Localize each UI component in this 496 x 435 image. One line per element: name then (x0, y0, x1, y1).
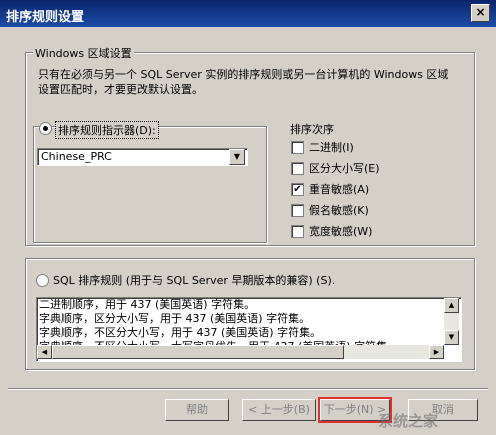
scroll-thumb[interactable] (52, 345, 344, 359)
windows-region-description-2: 设置匹配时，才要更改默认设置。 (38, 83, 203, 96)
scroll-up-button[interactable]: ▲ (444, 298, 459, 313)
horizontal-scrollbar[interactable]: ◀ ▶ (37, 345, 444, 359)
scroll-left-button[interactable]: ◀ (37, 345, 52, 359)
width-sensitive-label[interactable]: 宽度敏感(W) (309, 223, 372, 239)
case-sensitive-checkbox[interactable] (291, 162, 304, 175)
watermark-text: 系统之家 (378, 412, 439, 430)
collation-designator-radio[interactable] (39, 122, 52, 135)
case-sensitive-label[interactable]: 区分大小写(E) (309, 160, 380, 176)
list-item[interactable]: 二进制顺序，用于 437 (美国英语) 字符集。 (37, 298, 445, 312)
close-icon: × (475, 5, 486, 19)
windows-region-title: Windows 区域设置 (33, 45, 134, 61)
help-button[interactable]: 帮助 (165, 399, 229, 421)
collation-designator-group (33, 126, 267, 243)
window-title: 排序规则设置 (6, 10, 85, 25)
collation-select[interactable]: Chinese_PRC ▼ (37, 148, 248, 166)
arrow-right-icon: ▶ (433, 348, 440, 356)
radio-selected-dot (43, 126, 48, 131)
kana-sensitive-label[interactable]: 假名敏感(K) (309, 202, 369, 218)
vertical-scrollbar[interactable]: ▲ ▼ (444, 298, 459, 345)
collation-dropdown-button[interactable]: ▼ (229, 149, 245, 165)
chevron-down-icon: ▼ (233, 152, 241, 161)
list-item[interactable]: 字典顺序，不区分大小写，用于 437 (美国英语) 字符集。 (37, 326, 445, 340)
list-item[interactable]: 字典顺序，区分大小写，用于 437 (美国英语) 字符集。 (37, 312, 445, 326)
sql-collation-radio[interactable] (36, 274, 49, 287)
sort-order-title: 排序次序 (290, 123, 334, 136)
checkmark-icon: ✔ (293, 184, 302, 195)
accent-sensitive-checkbox[interactable]: ✔ (291, 183, 304, 196)
scroll-right-button[interactable]: ▶ (429, 345, 444, 359)
windows-region-description-1: 只有在必须与另一个 SQL Server 实例的排序规则或另一台计算机的 Win… (38, 68, 449, 81)
binary-label[interactable]: 二进制(I) (309, 139, 354, 155)
kana-sensitive-checkbox[interactable] (291, 204, 304, 217)
scroll-down-button[interactable]: ▼ (444, 330, 459, 345)
accent-sensitive-label[interactable]: 重音敏感(A) (309, 181, 369, 197)
title-bar: 排序规则设置 × (0, 0, 496, 27)
arrow-down-icon: ▼ (448, 333, 455, 341)
width-sensitive-checkbox[interactable] (291, 225, 304, 238)
sql-collation-label[interactable]: SQL 排序规则 (用于与 SQL Server 早期版本的兼容) (S). (53, 272, 335, 288)
back-button[interactable]: < 上一步(B) (242, 399, 316, 421)
arrow-left-icon: ◀ (41, 348, 48, 356)
collation-designator-label[interactable]: 排序规则指示器(D): (55, 121, 159, 139)
sql-collation-list[interactable]: 二进制顺序，用于 437 (美国英语) 字符集。 字典顺序，区分大小写，用于 4… (36, 297, 462, 362)
arrow-up-icon: ▲ (448, 301, 455, 309)
button-separator (8, 388, 488, 390)
close-button[interactable]: × (471, 4, 490, 22)
collation-select-value: Chinese_PRC (41, 150, 112, 163)
watermark-logo: 系统之家 (378, 410, 438, 431)
binary-checkbox[interactable] (291, 141, 304, 154)
